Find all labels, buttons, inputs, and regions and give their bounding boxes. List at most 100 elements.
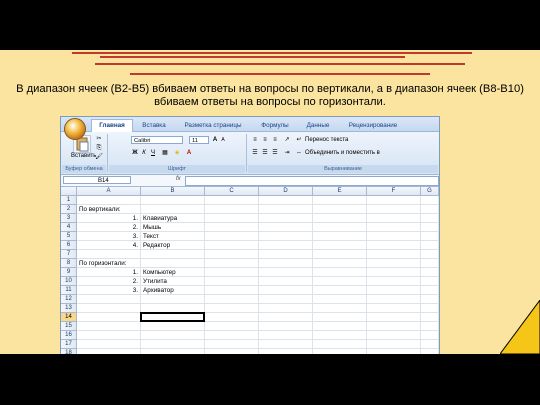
office-button[interactable] [64, 118, 86, 140]
cell-d11[interactable] [259, 286, 313, 295]
row-header[interactable]: 8 [61, 259, 77, 268]
row-header[interactable]: 7 [61, 250, 77, 259]
fx-icon[interactable]: fx [176, 176, 181, 182]
cell-e18[interactable] [313, 349, 367, 354]
cell-d17[interactable] [259, 340, 313, 349]
cell-a11[interactable]: 3. [77, 286, 141, 295]
cell-c5[interactable] [205, 232, 259, 241]
cell-b12[interactable] [141, 295, 205, 304]
cell-a5[interactable]: 3. [77, 232, 141, 241]
column-header-d[interactable]: D [259, 187, 313, 196]
cell-c6[interactable] [205, 241, 259, 250]
cell-e4[interactable] [313, 223, 367, 232]
merge-center-button[interactable]: Объединить и поместить в [305, 150, 380, 156]
column-header-a[interactable]: A [77, 187, 141, 196]
cell-b4[interactable]: Мышь [141, 223, 205, 232]
cell-f4[interactable] [367, 223, 421, 232]
cell-a10[interactable]: 2. [77, 277, 141, 286]
cell-d18[interactable] [259, 349, 313, 354]
format-painter-icon[interactable]: 🖌 [95, 153, 103, 161]
align-left-icon[interactable]: ☰ [251, 149, 259, 157]
cell-f9[interactable] [367, 268, 421, 277]
column-header-c[interactable]: C [205, 187, 259, 196]
cell-c2[interactable] [205, 205, 259, 214]
cell-e7[interactable] [313, 250, 367, 259]
cell-b6[interactable]: Редактор [141, 241, 205, 250]
cell-c9[interactable] [205, 268, 259, 277]
cell-b16[interactable] [141, 331, 205, 340]
cell-b3[interactable]: Клавиатура [141, 214, 205, 223]
cell-a2[interactable]: По вертикали: [77, 205, 141, 214]
row-header[interactable]: 16 [61, 331, 77, 340]
column-header-f[interactable]: F [367, 187, 421, 196]
cell-c12[interactable] [205, 295, 259, 304]
cell-e12[interactable] [313, 295, 367, 304]
cell-g12[interactable] [421, 295, 439, 304]
cell-c13[interactable] [205, 304, 259, 313]
cell-f5[interactable] [367, 232, 421, 241]
row-header[interactable]: 3 [61, 214, 77, 223]
cell-f10[interactable] [367, 277, 421, 286]
cell-f14[interactable] [367, 313, 421, 322]
row-header[interactable]: 13 [61, 304, 77, 313]
cell-d15[interactable] [259, 322, 313, 331]
cell-c16[interactable] [205, 331, 259, 340]
cell-d16[interactable] [259, 331, 313, 340]
select-all-corner[interactable] [61, 187, 77, 196]
cell-c14[interactable] [205, 313, 259, 322]
cell-f1[interactable] [367, 196, 421, 205]
cell-c15[interactable] [205, 322, 259, 331]
borders-icon[interactable]: ▦ [161, 149, 169, 157]
cell-g7[interactable] [421, 250, 439, 259]
tab-review[interactable]: Рецензирование [343, 120, 403, 131]
cell-d1[interactable] [259, 196, 313, 205]
align-top-icon[interactable]: ≡ [251, 136, 259, 144]
underline-icon[interactable]: Ч [149, 149, 157, 157]
column-header-g[interactable]: G [421, 187, 439, 196]
merge-center-icon[interactable]: ⇔ [295, 149, 303, 157]
cell-c8[interactable] [205, 259, 259, 268]
align-center-icon[interactable]: ☰ [261, 149, 269, 157]
cell-g16[interactable] [421, 331, 439, 340]
row-header[interactable]: 12 [61, 295, 77, 304]
italic-icon[interactable]: К [140, 149, 148, 157]
cell-d8[interactable] [259, 259, 313, 268]
cell-f17[interactable] [367, 340, 421, 349]
row-header[interactable]: 9 [61, 268, 77, 277]
cell-b11[interactable]: Архиватор [141, 286, 205, 295]
cell-d2[interactable] [259, 205, 313, 214]
cell-b5[interactable]: Текст [141, 232, 205, 241]
cell-a13[interactable] [77, 304, 141, 313]
cell-c4[interactable] [205, 223, 259, 232]
cell-d5[interactable] [259, 232, 313, 241]
row-header[interactable]: 1 [61, 196, 77, 205]
cell-d4[interactable] [259, 223, 313, 232]
cell-e8[interactable] [313, 259, 367, 268]
orientation-icon[interactable]: ↗ [283, 136, 291, 144]
row-header[interactable]: 2 [61, 205, 77, 214]
row-header[interactable]: 10 [61, 277, 77, 286]
tab-formulas[interactable]: Формулы [257, 120, 293, 131]
cell-a17[interactable] [77, 340, 141, 349]
row-header[interactable]: 18 [61, 349, 77, 354]
tab-insert[interactable]: Вставка [137, 120, 171, 131]
tab-data[interactable]: Данные [301, 120, 335, 131]
cell-b2[interactable] [141, 205, 205, 214]
cell-c11[interactable] [205, 286, 259, 295]
cell-e2[interactable] [313, 205, 367, 214]
cell-g4[interactable] [421, 223, 439, 232]
wrap-text-button[interactable]: Перенос текста [305, 137, 348, 143]
cell-g2[interactable] [421, 205, 439, 214]
cell-g18[interactable] [421, 349, 439, 354]
font-color-icon[interactable]: A [185, 149, 193, 157]
cell-b7[interactable] [141, 250, 205, 259]
cell-g11[interactable] [421, 286, 439, 295]
decrease-font-icon[interactable]: A [219, 136, 227, 144]
cell-f16[interactable] [367, 331, 421, 340]
cell-a15[interactable] [77, 322, 141, 331]
cell-a6[interactable]: 4. [77, 241, 141, 250]
indent-icon[interactable]: ⇥ [283, 149, 291, 157]
cell-a16[interactable] [77, 331, 141, 340]
cell-b9[interactable]: Компьютер [141, 268, 205, 277]
cell-e5[interactable] [313, 232, 367, 241]
